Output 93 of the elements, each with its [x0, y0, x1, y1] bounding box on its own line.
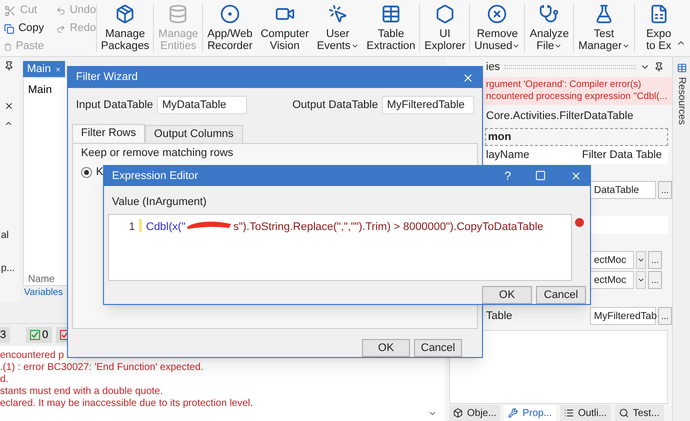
- line-number: 1: [128, 220, 135, 236]
- pin-icon[interactable]: [654, 62, 664, 72]
- ribbon-button[interactable]: App/Web Recorder: [203, 0, 257, 56]
- property-field[interactable]: DataTable: [590, 181, 656, 199]
- dropdown-button[interactable]: [636, 251, 646, 269]
- dropdown-button[interactable]: [636, 271, 646, 289]
- spreadsheet-icon: [648, 4, 669, 24]
- scroll-up-icon[interactable]: [4, 119, 13, 128]
- error-text: rgument 'Operand': Compiler error(s): [486, 79, 642, 91]
- property-name: Table: [485, 308, 514, 324]
- error-line: .(1) : error BC30027: 'End Function' expected.: [0, 362, 204, 374]
- ribbon-button[interactable]: Remove Unused: [470, 0, 524, 56]
- ribbon-button[interactable]: Table Extraction: [362, 0, 420, 56]
- ellipsis-button[interactable]: ...: [648, 251, 662, 269]
- dialog-button[interactable]: OK: [362, 339, 410, 357]
- hexagon-icon: [434, 4, 455, 24]
- property-field[interactable]: ectMoc: [590, 251, 634, 269]
- error-text: ncountered processing expression "Cdbl(...: [486, 91, 668, 103]
- dialog-button[interactable]: OK: [482, 286, 532, 304]
- ribbon-button[interactable]: Manage Packages: [97, 0, 154, 56]
- check-icon: [30, 330, 40, 340]
- property-field[interactable]: MyFilteredTab: [590, 307, 656, 325]
- count-badge[interactable]: 3: [0, 327, 10, 343]
- property-value: Filter Data Table: [582, 148, 662, 163]
- radio-button[interactable]: [81, 167, 92, 178]
- ribbon-button[interactable]: UI Explorer: [420, 0, 470, 56]
- property-field[interactable]: ectMoc: [590, 271, 634, 289]
- record-icon: [220, 4, 240, 24]
- copy-button[interactable]: Copy: [4, 20, 44, 37]
- resources-icon: [676, 63, 686, 73]
- input-field[interactable]: MyFilteredTable: [382, 96, 474, 114]
- dialog-button[interactable]: Cancel: [414, 339, 462, 357]
- panel-title: ies: [486, 60, 500, 75]
- pointer-icon: [328, 4, 348, 24]
- code-text: Cdbl(x(": [146, 220, 186, 236]
- tab[interactable]: Filter Rows: [72, 124, 146, 142]
- panel-text: p...: [1, 262, 15, 276]
- tab[interactable]: Output Columns: [145, 125, 242, 144]
- close-circle-icon: [487, 4, 508, 24]
- breadcrumb: Main: [27, 83, 53, 98]
- cut-icon: [4, 4, 16, 16]
- panel-tab[interactable]: Test...: [614, 405, 664, 421]
- ellipsis-button[interactable]: ...: [658, 181, 672, 199]
- ribbon-button[interactable]: User Events: [312, 0, 362, 56]
- document-tab[interactable]: Main: [23, 61, 65, 77]
- panel-tab[interactable]: Obje...: [449, 405, 500, 421]
- flask-icon: [594, 4, 614, 24]
- error-line: stants must end with a double quote.: [0, 386, 164, 398]
- close-icon[interactable]: [4, 101, 14, 111]
- ribbon-button[interactable]: Expo to Ex: [634, 0, 683, 56]
- radio-label: K: [96, 166, 104, 180]
- scroll-down-icon[interactable]: [428, 409, 437, 418]
- ribbon-button[interactable]: Test Manager: [574, 0, 634, 56]
- ellipsis-button[interactable]: ...: [648, 271, 662, 289]
- help-button[interactable]: ?: [504, 166, 511, 185]
- field-label: Output DataTable: [292, 98, 378, 112]
- property-name: layName: [485, 148, 530, 163]
- window-title: Expression Editor: [112, 168, 200, 184]
- field-label: Input DataTable: [76, 98, 154, 112]
- ribbon-button[interactable]: Computer Vision: [256, 0, 313, 56]
- column-header: Name: [27, 275, 56, 285]
- stethoscope-icon: [539, 4, 560, 24]
- test-tab-icon: [618, 408, 629, 418]
- panel-text: al: [1, 229, 9, 243]
- database-icon: [168, 4, 188, 24]
- undo-icon: [56, 4, 66, 16]
- error-line: d.: [0, 374, 10, 386]
- paste-icon: [4, 40, 12, 52]
- pin-icon[interactable]: [4, 61, 14, 71]
- panel-tab[interactable]: Outli...: [560, 405, 611, 421]
- ribbon-button[interactable]: Analyze File: [525, 0, 574, 56]
- error-line: encountered p: [0, 350, 65, 362]
- field-label: Value (InArgument): [111, 194, 208, 210]
- count-badge[interactable]: 0: [26, 327, 52, 343]
- panel-tab[interactable]: Prop...: [504, 405, 556, 421]
- code-text: s").ToString.Replace(",","").Trim) > 8000000").CopyToDataTable: [233, 220, 544, 236]
- variables-link[interactable]: Variables: [23, 286, 63, 302]
- redo-icon: [56, 22, 66, 34]
- dialog-button[interactable]: Cancel: [536, 286, 586, 304]
- section-label: Keep or remove matching rows: [81, 147, 234, 160]
- code-editor[interactable]: 1 Cdbl(x(" s").ToString.Replace(",","").Trim) > 8000000").CopyToDataTable: [108, 214, 572, 281]
- package-icon: [115, 4, 136, 24]
- objects-tab-icon: [453, 408, 463, 418]
- maximize-icon[interactable]: [535, 170, 546, 182]
- error-line: eclared. It may be inaccessible due to its protection level.: [0, 398, 254, 410]
- copy-icon: [4, 22, 14, 34]
- table-icon: [380, 4, 401, 24]
- ellipsis-button[interactable]: ...: [658, 307, 672, 325]
- input-field[interactable]: MyDataTable: [157, 96, 248, 114]
- window-title: Filter Wizard: [76, 71, 139, 84]
- side-tab[interactable]: Resources: [674, 77, 689, 125]
- properties-tab-icon: [508, 408, 518, 418]
- redaction-mark: [185, 219, 234, 230]
